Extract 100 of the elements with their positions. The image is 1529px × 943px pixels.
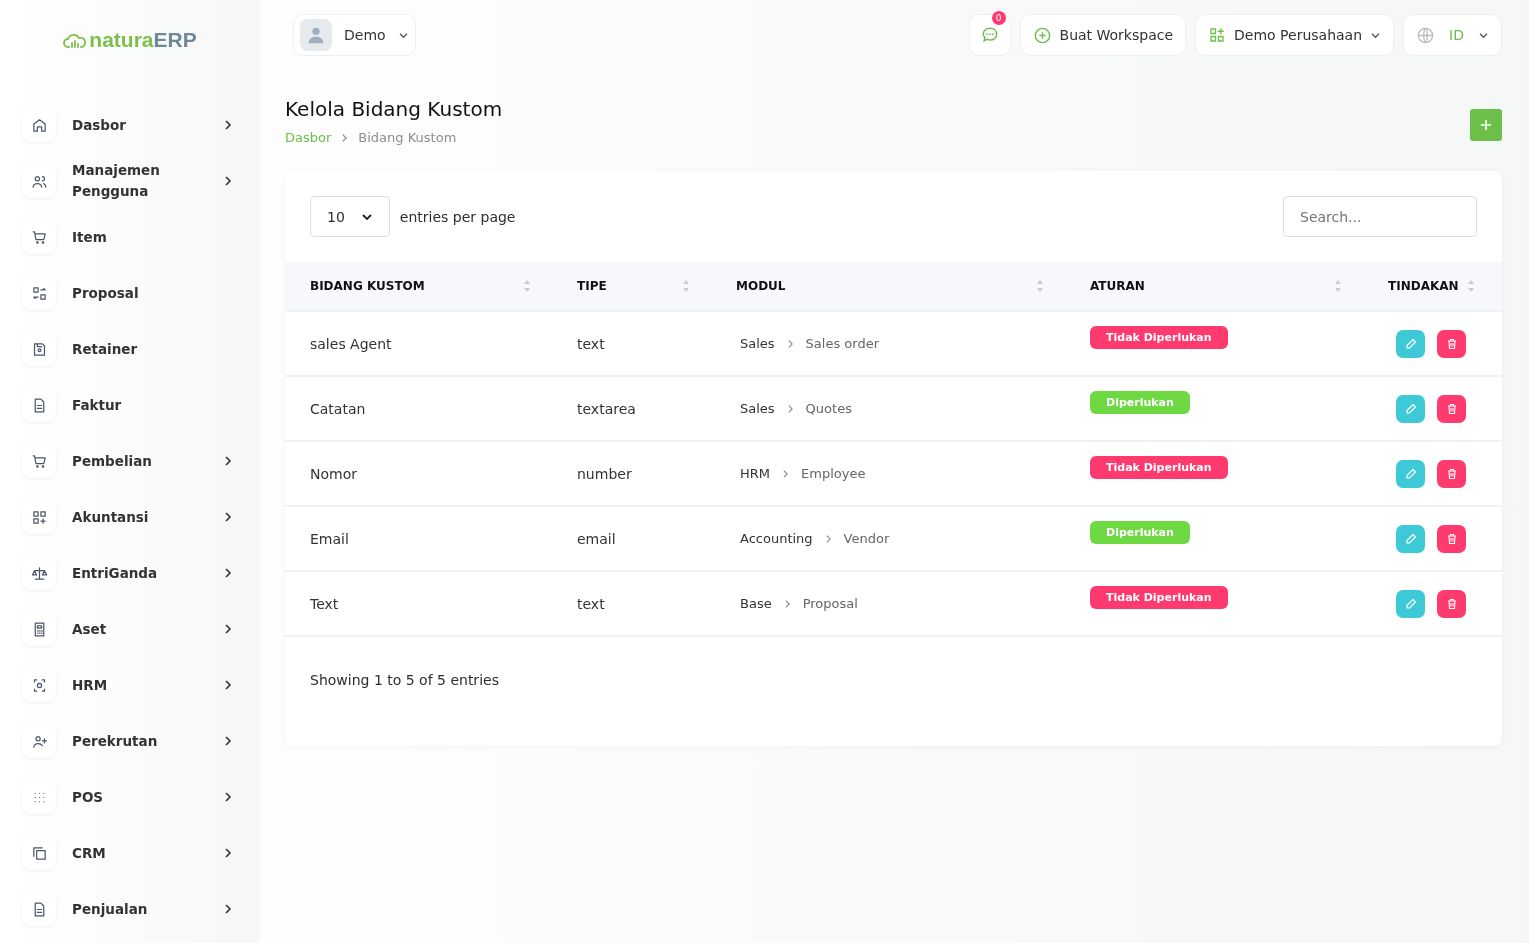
chevron-right-icon	[224, 735, 232, 747]
sidebar-item[interactable]: Faktur	[22, 377, 232, 433]
chevron-right-icon	[224, 511, 232, 523]
caret-icon	[1478, 31, 1489, 39]
chevron-right-icon	[224, 623, 232, 635]
scale-icon	[30, 564, 48, 582]
delete-button[interactable]	[1437, 394, 1466, 423]
rule-badge: Diperlukan	[1090, 391, 1190, 414]
sidebar-item[interactable]: Akuntansi	[22, 489, 232, 545]
sort-icon	[1334, 279, 1342, 293]
company-menu[interactable]: Demo Perusahaan	[1195, 14, 1395, 56]
chevron-right-icon	[224, 455, 232, 467]
table-cell: Catatan	[310, 400, 366, 417]
table-cell: textarea	[577, 400, 636, 417]
submodule-name: Employee	[801, 466, 866, 481]
plus-icon	[1480, 119, 1492, 131]
sidebar-item[interactable]: CRM	[22, 825, 232, 881]
cart-icon	[30, 452, 48, 470]
edit-button[interactable]	[1396, 524, 1425, 553]
column-header[interactable]: ATURAN	[1069, 262, 1367, 311]
module-name: Base	[740, 596, 772, 611]
chevron-right-icon	[224, 175, 232, 187]
copy-icon	[30, 844, 48, 862]
chevron-right-icon	[782, 468, 790, 479]
chevron-right-icon	[224, 567, 232, 579]
page-size-label: entries per page	[399, 208, 516, 225]
delete-button[interactable]	[1437, 589, 1466, 618]
sidebar-item[interactable]: Aset	[22, 601, 232, 657]
edit-button[interactable]	[1396, 459, 1425, 488]
sidebar-item[interactable]: Dasbor	[22, 97, 232, 153]
grid-plus-icon	[1208, 26, 1227, 44]
globe-icon	[1416, 25, 1436, 45]
user-menu[interactable]: Demo	[293, 14, 416, 56]
chevron-right-icon	[224, 847, 232, 859]
submodule-name: Vendor	[843, 531, 890, 546]
logo-text: naturaERP	[89, 28, 197, 52]
page-size-select[interactable]: 10	[310, 196, 390, 237]
submodule-name: Quotes	[805, 401, 852, 416]
submodule-name: Proposal	[802, 596, 858, 611]
caret-icon	[360, 212, 373, 221]
pencil-icon	[1404, 597, 1417, 610]
module-name: Accounting	[740, 531, 813, 546]
sidebar-item[interactable]: Item	[22, 209, 232, 265]
sidebar-item[interactable]: Proposal	[22, 265, 232, 321]
module-name: HRM	[740, 466, 771, 481]
create-workspace-button[interactable]: Buat Workspace	[1019, 14, 1187, 56]
pencil-icon	[1404, 467, 1417, 480]
pencil-icon	[1404, 337, 1417, 350]
chevron-right-icon	[786, 403, 794, 414]
edit-button[interactable]	[1396, 589, 1425, 618]
page-title: Kelola Bidang Kustom	[285, 97, 503, 121]
caret-icon	[1370, 31, 1382, 39]
delete-button[interactable]	[1437, 459, 1466, 488]
table-cell: Text	[310, 595, 339, 612]
sort-icon	[1466, 279, 1475, 293]
sidebar-item[interactable]: Pembelian	[22, 433, 232, 489]
column-header[interactable]: TIPE	[556, 262, 715, 311]
table-cell: email	[577, 530, 616, 547]
chevron-right-icon	[224, 679, 232, 691]
breadcrumb-current: Bidang Kustom	[358, 130, 457, 145]
submodule-name: Sales order	[805, 336, 879, 351]
add-button[interactable]	[1470, 109, 1502, 141]
sidebar-item[interactable]: POS	[22, 769, 232, 825]
module-name: Sales	[740, 401, 775, 416]
sidebar-item[interactable]: Perekrutan	[22, 713, 232, 769]
sidebar-item[interactable]: Penjualan	[22, 881, 232, 937]
sidebar-item[interactable]: EntriGanda	[22, 545, 232, 601]
cart-icon	[30, 228, 48, 246]
avatar-icon	[300, 19, 332, 51]
home-icon	[30, 116, 48, 134]
rule-badge: Tidak Diperlukan	[1090, 586, 1228, 609]
pencil-icon	[1404, 532, 1417, 545]
sidebar-item[interactable]: HRM	[22, 657, 232, 713]
notification-badge: 0	[991, 11, 1006, 25]
column-header[interactable]: BIDANG KUSTOM	[285, 262, 556, 311]
swap-icon	[30, 284, 48, 302]
column-header[interactable]: TINDAKAN	[1367, 262, 1502, 311]
table-cell: number	[577, 465, 632, 482]
delete-button[interactable]	[1437, 329, 1466, 358]
table-cell: text	[577, 335, 605, 352]
table-cell: text	[577, 595, 605, 612]
table-cell: Nomor	[310, 465, 357, 482]
edit-button[interactable]	[1396, 394, 1425, 423]
table-cell: sales Agent	[310, 335, 392, 352]
search-field[interactable]: Search...	[1283, 196, 1477, 237]
rule-badge: Tidak Diperlukan	[1090, 326, 1228, 349]
trash-icon	[1445, 532, 1458, 545]
trash-icon	[1445, 467, 1458, 480]
plus-circle-icon	[1032, 25, 1052, 45]
column-header[interactable]: MODUL	[715, 262, 1069, 311]
chevron-right-icon	[824, 533, 832, 544]
edit-button[interactable]	[1396, 329, 1425, 358]
module-name: Sales	[740, 336, 775, 351]
delete-button[interactable]	[1437, 524, 1466, 553]
sidebar-item[interactable]: Manajemen Pengguna	[22, 153, 232, 209]
cloud-chart-icon	[63, 31, 88, 49]
chevron-right-icon	[224, 903, 232, 915]
chevron-right-icon	[224, 119, 232, 131]
trash-icon	[1445, 402, 1458, 415]
sidebar-item[interactable]: Retainer	[22, 321, 232, 377]
